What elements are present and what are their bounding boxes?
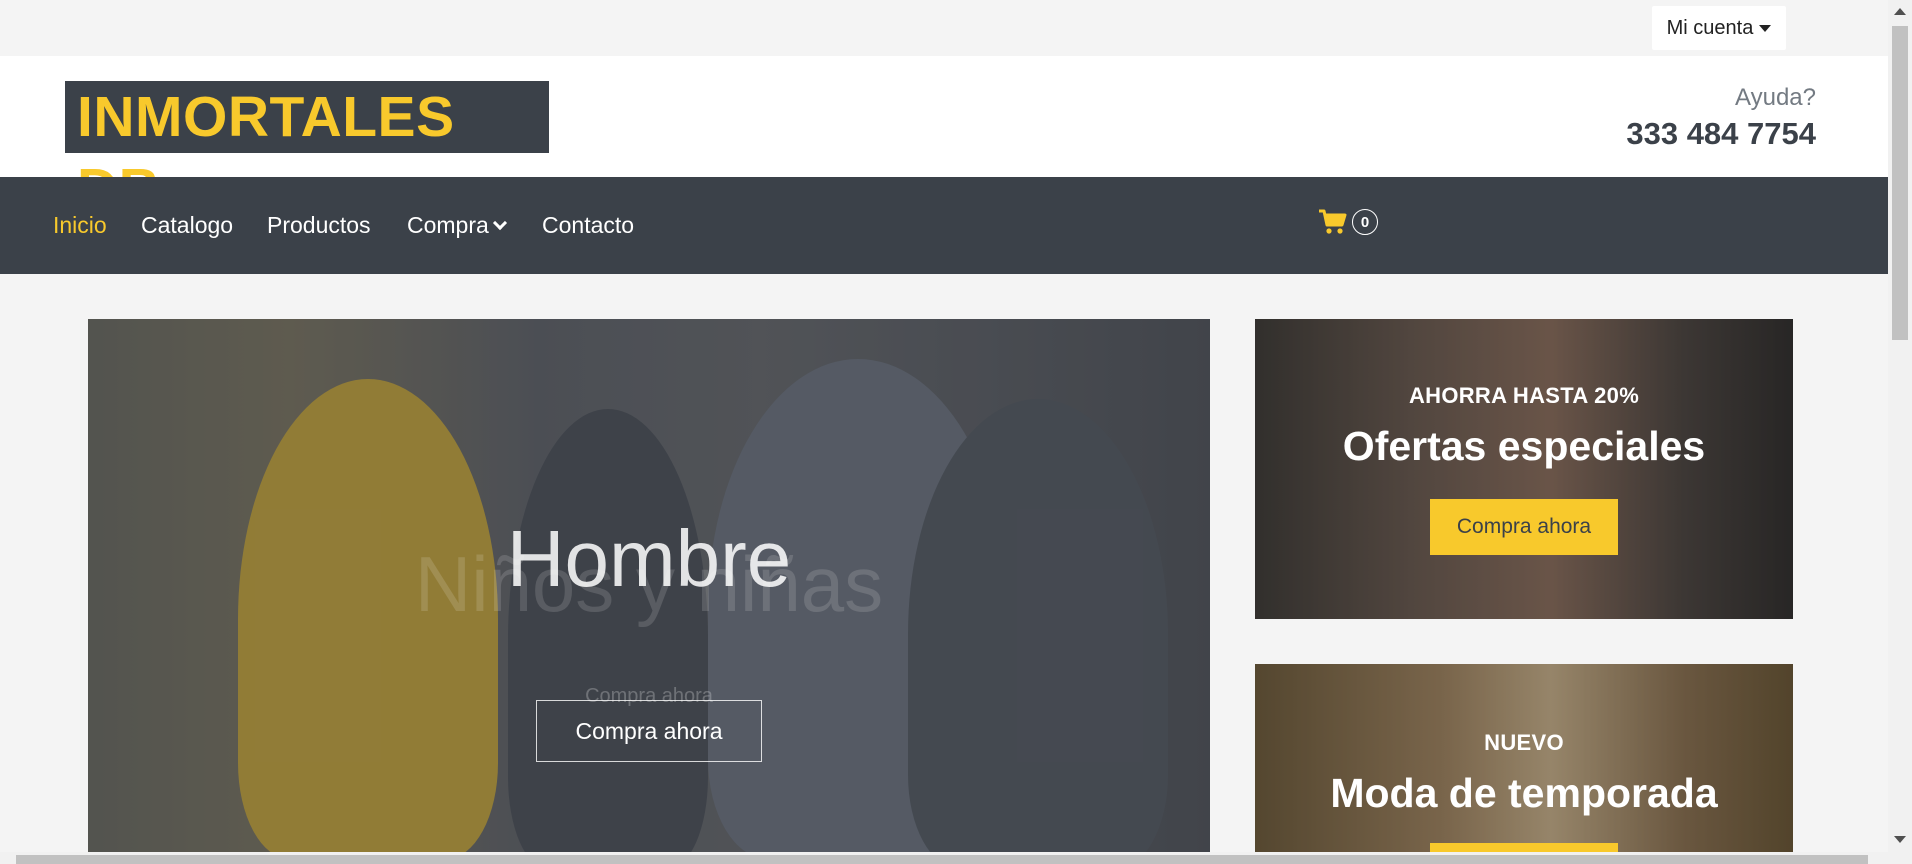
help-contact: Ayuda? 333 484 7754 (1626, 84, 1816, 152)
nav-item-catalogo[interactable]: Catalogo (141, 177, 233, 274)
nav-item-compra[interactable]: Compra (407, 177, 507, 274)
nav-item-contacto[interactable]: Contacto (542, 177, 634, 274)
promo-title: Moda de temporada (1330, 770, 1718, 816)
nav-item-inicio[interactable]: Inicio (53, 177, 107, 274)
promo-title: Ofertas especiales (1342, 423, 1706, 469)
shopping-cart-icon (1319, 209, 1347, 234)
site-header: INMORTALES DB Ayuda? 333 484 7754 (0, 56, 1888, 221)
help-phone[interactable]: 333 484 7754 (1626, 116, 1816, 152)
hero-title: Hombre (506, 514, 792, 603)
hero-button-label: Compra ahora (575, 717, 723, 744)
cart-count-badge: 0 (1352, 209, 1378, 235)
account-label: Mi cuenta (1666, 16, 1754, 39)
promo-kicker: NUEVO (1484, 730, 1564, 755)
horizontal-scrollbar-thumb[interactable] (16, 855, 1868, 864)
scroll-up-arrow-icon[interactable] (1894, 8, 1906, 15)
scroll-down-arrow-icon[interactable] (1894, 836, 1906, 843)
vertical-scrollbar-thumb[interactable] (1892, 26, 1908, 340)
nav-item-productos[interactable]: Productos (267, 177, 371, 274)
help-label: Ayuda? (1735, 84, 1816, 111)
site-logo[interactable]: INMORTALES DB (65, 81, 549, 221)
promo-shop-button[interactable]: Compra ahora (1430, 499, 1618, 555)
caret-down-icon (1759, 24, 1772, 32)
main-navbar: Inicio Catalogo Productos Compra Contact… (0, 177, 1888, 274)
top-utility-bar (0, 0, 1888, 56)
hero-slider: Niños y niñas Hombre Compra ahora Compra… (88, 319, 1210, 852)
promo-card-moda: NUEVO Moda de temporada Compra ahora (1255, 664, 1793, 864)
chevron-down-icon (492, 215, 507, 231)
promo-card-ofertas: AHORRA HASTA 20% Ofertas especiales Comp… (1255, 319, 1793, 619)
account-dropdown-button[interactable]: Mi cuenta (1652, 6, 1786, 50)
hero-ghost-button-label: Compra ahora (585, 685, 713, 707)
nav-item-compra-label: Compra (407, 212, 489, 238)
promo-kicker: AHORRA HASTA 20% (1408, 383, 1640, 408)
promo-overlay (1255, 664, 1793, 864)
hero-shop-button[interactable]: Compra ahora Compra ahora (536, 685, 762, 762)
cart-button[interactable]: 0 (1318, 209, 1378, 235)
